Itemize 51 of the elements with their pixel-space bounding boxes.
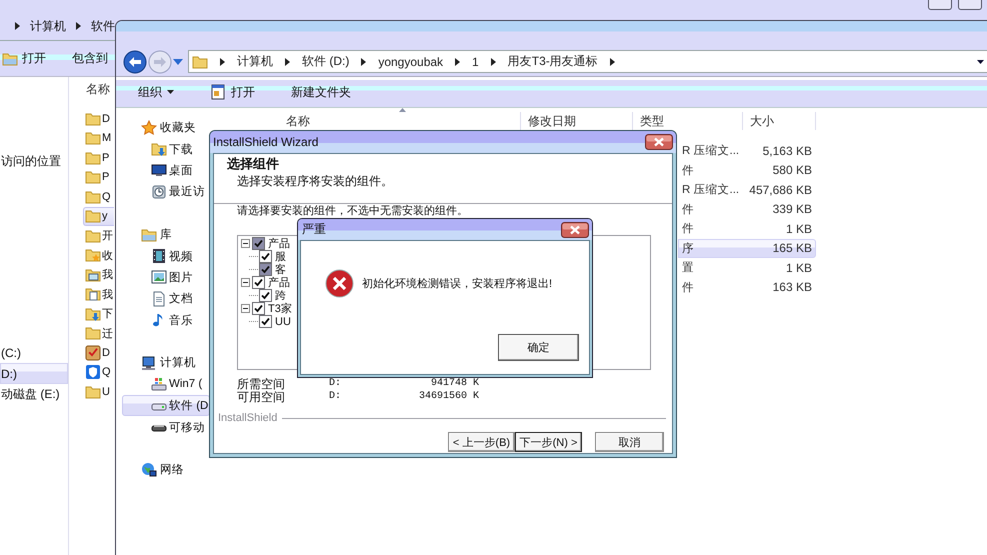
- component-label: 客: [275, 262, 286, 276]
- file-type: 置: [681, 260, 695, 276]
- file-name: 开: [102, 229, 113, 244]
- file-name: M: [102, 132, 112, 144]
- file-size: 5,163 KB: [762, 144, 813, 158]
- file-type: 件: [681, 222, 695, 236]
- file-name: D: [102, 346, 110, 359]
- file-type: 序: [681, 241, 695, 256]
- file-type: 件: [681, 164, 695, 178]
- error-message: 初始化环境检测错误，安装程序将退出!: [362, 276, 552, 291]
- page-heading: 选择组件: [227, 155, 279, 173]
- file-type: 件: [681, 280, 695, 295]
- file-size: 1 KB: [784, 222, 813, 236]
- file-name: 下: [102, 307, 113, 322]
- component-label: UU: [275, 316, 291, 328]
- brand-label: InstallShield: [218, 412, 278, 424]
- file-name: 迁: [102, 326, 113, 341]
- file-name: D: [102, 112, 110, 125]
- component-label: 产品: [268, 276, 290, 290]
- dialog-title: 严重: [302, 221, 326, 238]
- component-label: 产品: [268, 236, 290, 251]
- file-name: 我: [102, 288, 113, 302]
- file-size: 165 KB: [772, 241, 813, 256]
- window-title: InstallShield Wizard: [213, 135, 318, 149]
- drive-label: D:: [329, 391, 342, 403]
- drive-label: D:: [329, 378, 342, 390]
- file-name: 我: [102, 268, 113, 282]
- file-size: 163 KB: [772, 280, 813, 294]
- space-label: 可用空间: [237, 391, 286, 403]
- component-label: 服: [275, 250, 286, 264]
- file-type: R 压缩文...: [681, 144, 740, 158]
- file-size: 580 KB: [772, 163, 813, 178]
- page-subheading: 选择安装程序将安装的组件。: [237, 173, 393, 190]
- file-name: Q: [102, 366, 111, 378]
- file-size: 457,686 KB: [748, 182, 813, 197]
- space-label: 所需空间: [237, 378, 286, 390]
- space-value: 34691560 K: [418, 391, 479, 403]
- file-name: U: [102, 386, 110, 398]
- file-type: R 压缩文...: [681, 182, 740, 198]
- space-value: 941748 K: [430, 378, 479, 390]
- file-name: P: [102, 171, 110, 184]
- file-name: y: [102, 210, 108, 222]
- component-label: T3家: [268, 302, 292, 316]
- file-name: Q: [102, 190, 111, 203]
- file-size: 1 KB: [784, 260, 813, 275]
- file-name: P: [102, 152, 110, 164]
- file-name: 收: [102, 248, 113, 263]
- component-label: 跨: [275, 289, 286, 302]
- instruction-text: 请选择要安装的组件，不选中无需安装的组件。: [237, 205, 468, 218]
- file-type: 件: [681, 202, 695, 217]
- file-size: 339 KB: [772, 202, 813, 216]
